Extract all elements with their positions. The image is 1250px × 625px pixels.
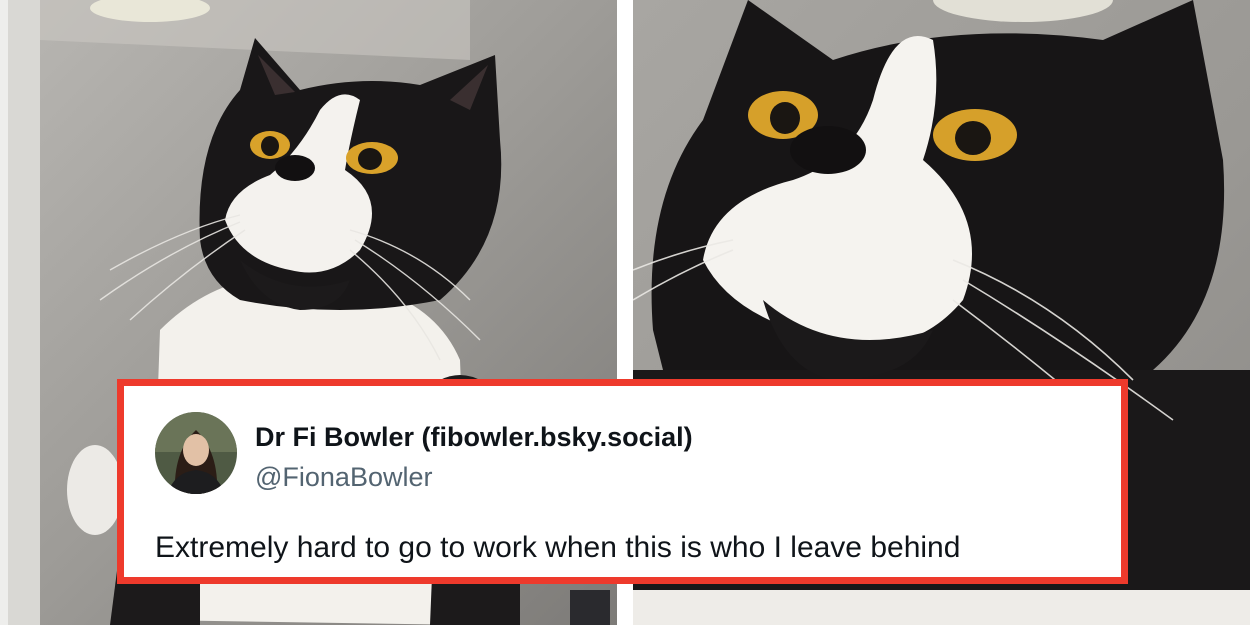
- avatar-image: [155, 412, 237, 494]
- tweet-card: Dr Fi Bowler (fibowler.bsky.social) @Fio…: [117, 379, 1128, 584]
- tweet-text: Extremely hard to go to work when this i…: [155, 531, 961, 564]
- display-name[interactable]: Dr Fi Bowler (fibowler.bsky.social): [255, 422, 693, 453]
- avatar[interactable]: [155, 412, 237, 494]
- user-handle[interactable]: @FionaBowler: [255, 462, 432, 493]
